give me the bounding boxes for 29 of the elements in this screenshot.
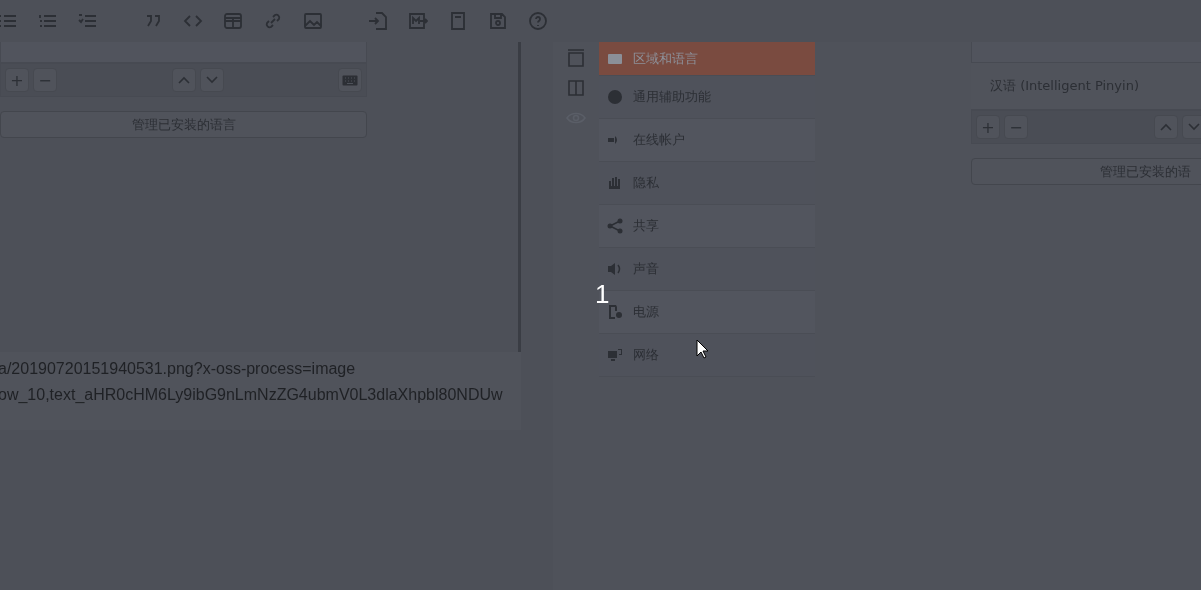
move-down-button[interactable]: [199, 68, 224, 92]
list-button[interactable]: +: [5, 68, 29, 92]
chevron-up-icon: [177, 76, 190, 84]
share-icon: [607, 218, 623, 234]
speaker-icon: [607, 261, 623, 277]
settings-item[interactable]: 区域和语言: [599, 42, 815, 76]
mouse-pointer-icon: [696, 339, 710, 359]
single-pane-icon[interactable]: [566, 48, 586, 68]
import-icon[interactable]: [368, 11, 388, 31]
save-icon[interactable]: [488, 11, 508, 31]
export-icon[interactable]: [408, 11, 428, 31]
move-up-button[interactable]: [171, 68, 196, 92]
list-button[interactable]: −: [33, 68, 57, 92]
chevron-up-icon: [1160, 123, 1172, 131]
move-down-button[interactable]: [1182, 115, 1201, 139]
help-icon[interactable]: [528, 11, 548, 31]
network-icon: [607, 347, 623, 363]
link-icon[interactable]: [263, 11, 283, 31]
split-pane-icon[interactable]: [566, 78, 586, 98]
list-button[interactable]: +: [976, 115, 1000, 139]
chevron-down-icon: [205, 76, 218, 84]
table-icon[interactable]: [223, 11, 243, 31]
keyboard-button[interactable]: [338, 68, 362, 92]
move-up-button[interactable]: [1154, 115, 1178, 139]
document-icon[interactable]: [448, 11, 468, 31]
list-button[interactable]: −: [1004, 115, 1028, 139]
keyboard-icon: [342, 74, 358, 86]
image-icon[interactable]: [303, 11, 323, 31]
chevron-down-icon: [1188, 123, 1200, 131]
